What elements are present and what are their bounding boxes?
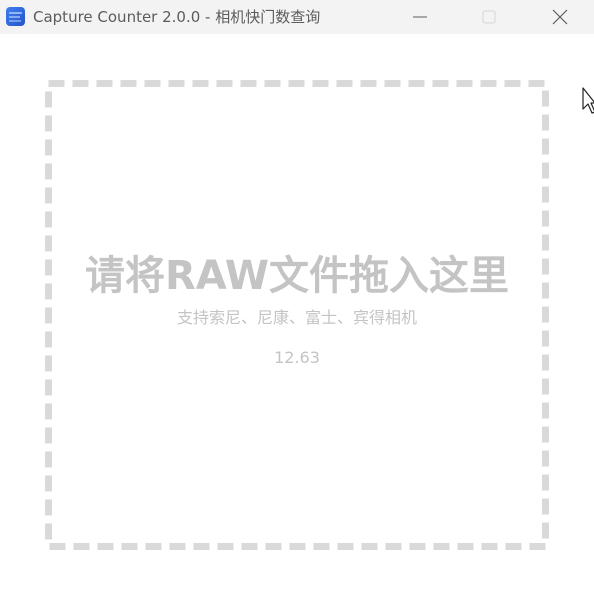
close-icon xyxy=(552,9,568,25)
minimize-icon xyxy=(413,16,427,18)
title-bar[interactable]: Capture Counter 2.0.0 - 相机快门数查询 xyxy=(0,0,594,34)
app-window: Capture Counter 2.0.0 - 相机快门数查询 请将RAW文件拖… xyxy=(0,0,594,595)
app-icon xyxy=(6,7,25,26)
maximize-icon xyxy=(482,10,496,24)
version-number: 12.63 xyxy=(274,348,320,367)
supported-cameras-text: 支持索尼、尼康、富士、宾得相机 xyxy=(176,308,417,327)
window-title: Capture Counter 2.0.0 - 相机快门数查询 xyxy=(33,8,321,26)
drop-instruction: 请将RAW文件拖入这里 xyxy=(84,253,510,299)
raw-file-drop-zone[interactable]: 请将RAW文件拖入这里 支持索尼、尼康、富士、宾得相机 12.63 xyxy=(45,80,549,550)
minimize-button[interactable] xyxy=(397,0,443,34)
close-button[interactable] xyxy=(537,0,583,34)
maximize-button xyxy=(466,0,512,34)
mouse-cursor-icon xyxy=(582,87,594,119)
